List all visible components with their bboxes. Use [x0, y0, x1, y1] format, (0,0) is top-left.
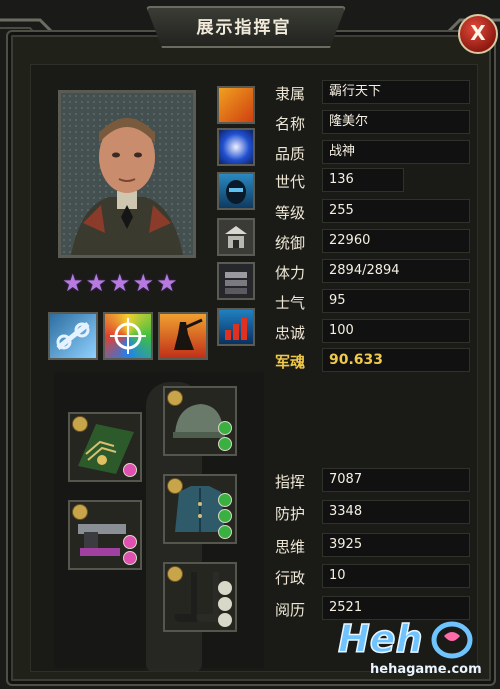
info-label: 统御 [275, 233, 306, 252]
stat-label: 行政 [275, 568, 306, 587]
gem-dot-icon [218, 509, 232, 523]
equipment-slot-boots[interactable] [163, 562, 237, 632]
star-icon: ★ [132, 269, 155, 297]
rank-badge-icon [72, 416, 88, 432]
gem-dot-icon [123, 463, 137, 477]
info-value: 霸行天下 [322, 80, 470, 104]
layers-icon[interactable] [217, 262, 255, 300]
info-row-command: 统御 22960 [275, 229, 470, 255]
stat-value: 7087 [322, 468, 470, 492]
rank-chart-icon[interactable] [217, 308, 255, 346]
star-icon: ★ [62, 269, 84, 297]
helmet-head-icon[interactable] [217, 172, 255, 210]
skull-attack-icon[interactable] [217, 86, 255, 124]
info-label: 体力 [275, 263, 306, 282]
stat-label: 防护 [275, 504, 306, 523]
info-value: 95 [322, 289, 470, 313]
gem-dot-icon [218, 581, 232, 595]
info-row-loyalty: 忠诚 100 [275, 319, 470, 345]
slot-dots [218, 581, 232, 627]
info-label: 忠诚 [275, 323, 306, 342]
stat-value: 3348 [322, 500, 470, 524]
equipment-slot-weapon[interactable] [68, 500, 142, 570]
soldier-skill-icon[interactable] [158, 312, 208, 360]
stat-value: 3925 [322, 533, 470, 557]
star-rating: ★ ★ ★ ★ ★ [62, 270, 192, 298]
stat-label: 指挥 [275, 472, 306, 491]
stat-row-command: 指挥 7087 [275, 468, 470, 494]
stat-row-experience: 阅历 2521 [275, 596, 470, 622]
info-label: 品质 [275, 144, 306, 163]
stat-row-thinking: 思维 3925 [275, 533, 470, 559]
info-value: 战神 [322, 140, 470, 164]
info-label: 隶属 [275, 84, 306, 103]
info-value: 隆美尔 [322, 110, 470, 134]
slot-dots [123, 535, 137, 565]
info-row-generation: 世代 136 [275, 168, 404, 194]
info-value: 255 [322, 199, 470, 223]
info-label: 名称 [275, 114, 306, 133]
building-icon[interactable] [217, 218, 255, 256]
info-value: 22960 [322, 229, 470, 253]
gem-dot-icon [218, 421, 232, 435]
stat-label: 思维 [275, 537, 306, 556]
stat-row-administration: 行政 10 [275, 564, 470, 590]
rank-badge-icon [167, 390, 183, 406]
star-icon: ★ [109, 269, 131, 297]
equipment-slot-uniform[interactable] [163, 474, 237, 544]
commander-portrait [58, 90, 196, 258]
rank-badge-icon [167, 566, 183, 582]
info-value: 136 [322, 168, 404, 192]
gem-dot-icon [218, 437, 232, 451]
rank-badge-icon [72, 504, 88, 520]
gem-dot-icon [218, 597, 232, 611]
info-row-stamina: 体力 2894/2894 [275, 259, 470, 285]
info-label: 等级 [275, 203, 306, 222]
info-label: 世代 [275, 172, 306, 191]
window-title: 展示指挥官 [196, 18, 292, 38]
stat-value: 10 [322, 564, 470, 588]
slot-dots [123, 463, 137, 477]
info-row-quality: 品质 战神 [275, 140, 470, 166]
slot-dots [218, 493, 232, 539]
close-button[interactable]: X [458, 14, 498, 54]
info-row-name: 名称 隆美尔 [275, 110, 470, 136]
info-label: 士气 [275, 293, 306, 312]
gem-dot-icon [123, 551, 137, 565]
star-icon: ★ [156, 269, 178, 297]
chain-skill-icon[interactable] [48, 312, 98, 360]
equipment-slot-helmet[interactable] [163, 386, 237, 456]
equipment-slot-insignia[interactable] [68, 412, 142, 482]
info-value: 90.633 [322, 348, 470, 372]
blue-orb-icon[interactable] [217, 128, 255, 166]
gem-dot-icon [218, 493, 232, 507]
info-value: 100 [322, 319, 470, 343]
stat-label: 阅历 [275, 600, 306, 619]
gem-dot-icon [218, 525, 232, 539]
commander-window: 展示指挥官 X ★ ★ ★ ★ ★ 隶属 霸行天下 名称 隆美尔 品质 战神 世… [0, 0, 500, 689]
gem-dot-icon [218, 613, 232, 627]
crosshair-skill-icon[interactable] [103, 312, 153, 360]
star-icon: ★ [85, 269, 108, 297]
stat-row-defense: 防护 3348 [275, 500, 470, 526]
gem-dot-icon [123, 535, 137, 549]
svg-text:Heh: Heh [338, 617, 423, 661]
info-row-affiliation: 隶属 霸行天下 [275, 80, 470, 106]
watermark-site: hehagame.com [370, 662, 482, 677]
info-row-morale: 士气 95 [275, 289, 470, 315]
info-row-level: 等级 255 [275, 199, 470, 225]
slot-dots [218, 421, 232, 451]
info-label: 军魂 [275, 352, 306, 371]
info-row-soul: 军魂 90.633 [275, 348, 470, 374]
portrait-image [61, 93, 193, 255]
info-value: 2894/2894 [322, 259, 470, 283]
rank-badge-icon [167, 478, 183, 494]
